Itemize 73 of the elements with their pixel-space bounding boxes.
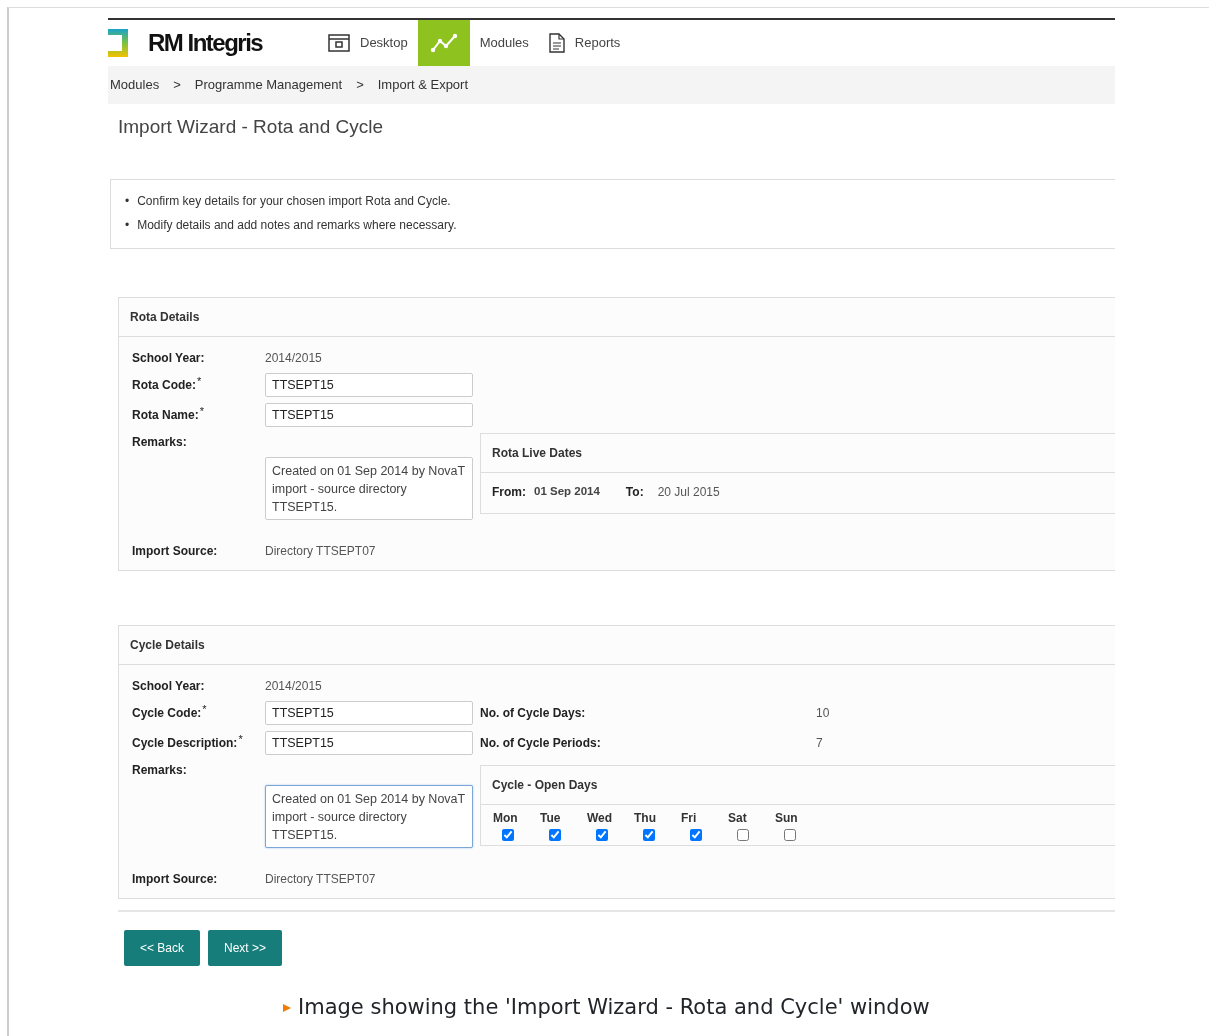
field-label: No. of Cycle Periods: [480,734,602,752]
day-checkbox[interactable] [737,828,749,841]
day-label: Sat [728,809,747,827]
instruction-text: Modify details and add notes and remarks where necessary. [137,216,457,234]
document-icon [548,33,565,53]
caption-link[interactable]: Image showing the 'Import Wizard - Rota and Cycle' window [298,991,930,1024]
day-checkbox[interactable] [502,828,514,841]
line-chart-icon [429,33,458,53]
required-mark: * [199,405,204,417]
field-label: Import Source: [132,870,219,888]
panel-title: Cycle Details [119,625,1115,665]
day-label: Thu [634,809,656,827]
panel-title: Cycle - Open Days [481,765,1115,805]
window-icon [328,34,350,52]
field-label: Remarks: [132,761,188,779]
field-value: 2014/2015 [265,677,323,695]
logo-icon [108,29,128,57]
field-label: Cycle Code: [132,704,202,722]
field-label: No. of Cycle Days: [480,704,587,722]
field-value: 7 [816,734,823,752]
breadcrumb-link[interactable]: Modules [110,75,160,95]
logo: RM Integris [148,28,263,58]
day-checkbox[interactable] [596,828,608,841]
day-label: Fri [681,809,697,827]
required-mark: * [238,733,243,745]
field-label: Rota Code: [132,376,196,394]
panel-title: Rota Live Dates [481,433,1115,473]
field-value: 10 [816,704,830,722]
nav-link[interactable]: Reports [574,33,621,53]
day-checkbox[interactable] [549,828,561,841]
day-checkbox[interactable] [784,828,796,841]
input-field[interactable]: TTSEPT15 [265,372,473,397]
day-label: Tue [540,809,561,827]
field-label: School Year: [132,677,206,695]
nav-link[interactable]: Desktop [360,33,408,53]
field-value: 01 Sep 2014 [534,484,600,500]
bullet: • [125,192,130,210]
field-value: Directory TTSEPT07 [265,542,377,560]
day-checkbox[interactable] [643,828,655,841]
remarks-field[interactable]: Created on 01 Sep 2014 by NovaT import - source directory TTSEPT15. [265,456,473,520]
instruction-text: Confirm key details for your chosen import Rota and Cycle. [137,192,451,210]
input-field[interactable]: TTSEPT15 [265,402,473,427]
required-mark: * [197,375,202,387]
day-label: Mon [493,809,518,827]
bullet: • [125,216,130,234]
field-label: Remarks: [132,433,188,451]
wizard-button[interactable]: << Back [124,929,201,966]
field-value: 2014/2015 [265,349,323,367]
breadcrumb-link[interactable]: Import & Export [377,75,469,95]
input-field[interactable]: TTSEPT15 [265,730,473,755]
field-label: To: [625,483,644,501]
day-checkbox[interactable] [690,828,702,841]
field-value: 20 Jul 2015 [657,483,720,501]
day-label: Sun [775,809,798,827]
remarks-field[interactable]: Created on 01 Sep 2014 by NovaT import - source directory TTSEPT15. [265,784,473,848]
wizard-button[interactable]: Next >> [208,929,283,966]
nav-link[interactable]: Modules [479,33,529,53]
field-label: Rota Name: [132,406,199,424]
panel-title: Rota Details [119,297,1115,337]
field-value: Directory TTSEPT07 [265,870,377,888]
field-label: Cycle Description: [132,734,238,752]
field-label: From: [492,483,526,501]
day-label: Wed [587,809,613,827]
breadcrumb-separator: > [356,76,364,95]
required-mark: * [202,703,207,715]
breadcrumb-separator: > [173,76,181,95]
bullet-icon [282,1002,292,1013]
field-label: School Year: [132,349,206,367]
field-label: Import Source: [132,542,219,560]
breadcrumb-link[interactable]: Programme Management [194,75,343,95]
page-title: Import Wizard - Rota and Cycle [117,115,385,139]
nav-tab[interactable] [417,20,470,66]
input-field[interactable]: TTSEPT15 [265,700,473,725]
